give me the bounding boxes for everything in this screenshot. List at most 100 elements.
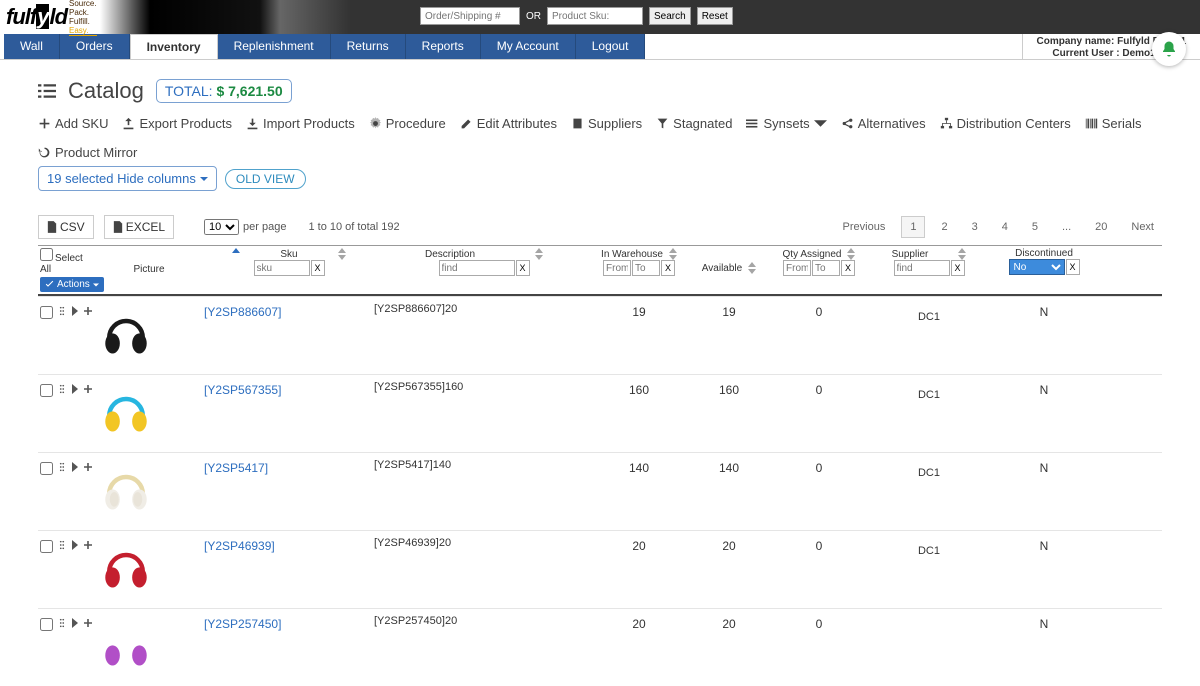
col-available[interactable]: Available xyxy=(684,246,774,294)
product-image[interactable] xyxy=(94,381,158,445)
bell-icon xyxy=(1160,40,1178,58)
row-checkbox[interactable] xyxy=(40,306,53,319)
caret-right-icon[interactable] xyxy=(71,618,79,628)
edit-attributes-button[interactable]: Edit Attributes xyxy=(460,116,557,131)
product-image[interactable] xyxy=(94,303,158,367)
hide-columns-button[interactable]: 19 selected Hide columns xyxy=(38,166,217,191)
export-products-button[interactable]: Export Products xyxy=(122,116,232,131)
add-sku-button[interactable]: Add SKU xyxy=(38,116,108,131)
nav-my-account[interactable]: My Account xyxy=(481,34,576,59)
sku-link[interactable]: [Y2SP886607] xyxy=(204,303,374,319)
nav-orders[interactable]: Orders xyxy=(60,34,130,59)
nav-returns[interactable]: Returns xyxy=(331,34,406,59)
page-5[interactable]: 5 xyxy=(1024,217,1046,237)
page-20[interactable]: 20 xyxy=(1087,217,1115,237)
disc-filter-clear[interactable]: X xyxy=(1066,259,1080,275)
sort-icon xyxy=(669,248,677,260)
nav-reports[interactable]: Reports xyxy=(406,34,481,59)
discontinued-cell: N xyxy=(994,615,1094,631)
page-3[interactable]: 3 xyxy=(964,217,986,237)
sku-link[interactable]: [Y2SP567355] xyxy=(204,381,374,397)
sku-filter-clear[interactable]: X xyxy=(311,260,325,276)
product-image[interactable] xyxy=(94,459,158,523)
product-mirror-button[interactable]: Product Mirror xyxy=(38,145,137,160)
plus-icon[interactable] xyxy=(84,618,92,628)
discontinued-cell: N xyxy=(994,303,1094,319)
col-sku[interactable]: Sku X xyxy=(204,246,374,294)
sku-link[interactable]: [Y2SP46939] xyxy=(204,537,374,553)
prev-page[interactable]: Previous xyxy=(835,217,894,237)
description-cell: [Y2SP46939]20 xyxy=(374,537,594,549)
row-checkbox[interactable] xyxy=(40,462,53,475)
notifications-button[interactable] xyxy=(1152,32,1186,66)
row-checkbox[interactable] xyxy=(40,618,53,631)
supplier-filter-clear[interactable]: X xyxy=(951,260,965,276)
nav-inventory[interactable]: Inventory xyxy=(130,34,218,59)
drag-icon[interactable] xyxy=(58,462,66,472)
nav-wall[interactable]: Wall xyxy=(4,34,60,59)
available-cell: 160 xyxy=(684,381,774,397)
discontinued-filter-select[interactable]: No xyxy=(1009,259,1065,275)
qty-from-input[interactable] xyxy=(783,260,811,276)
qty-to-input[interactable] xyxy=(812,260,840,276)
nav-replenishment[interactable]: Replenishment xyxy=(218,34,331,59)
sku-link[interactable]: [Y2SP257450] xyxy=(204,615,374,631)
drag-icon[interactable] xyxy=(58,618,66,628)
import-products-button[interactable]: Import Products xyxy=(246,116,355,131)
top-search: OR Search Reset xyxy=(420,7,733,25)
supplier-filter-input[interactable] xyxy=(894,260,950,276)
qty-filter-clear[interactable]: X xyxy=(841,260,855,276)
plus-icon[interactable] xyxy=(84,540,92,550)
available-cell: 20 xyxy=(684,615,774,631)
drag-icon[interactable] xyxy=(58,540,66,550)
distribution-centers-button[interactable]: Distribution Centers xyxy=(940,116,1071,131)
select-all[interactable]: Select All xyxy=(40,253,83,275)
caret-right-icon[interactable] xyxy=(71,462,79,472)
synsets-button[interactable]: Synsets xyxy=(746,116,826,131)
drag-icon[interactable] xyxy=(58,384,66,394)
product-image[interactable] xyxy=(94,537,158,601)
plus-icon[interactable] xyxy=(84,384,92,394)
wh-to-input[interactable] xyxy=(632,260,660,276)
sku-filter-input[interactable] xyxy=(254,260,310,276)
old-view-button[interactable]: OLD VIEW xyxy=(225,169,306,189)
search-button[interactable]: Search xyxy=(649,7,691,25)
page-2[interactable]: 2 xyxy=(933,217,955,237)
product-image[interactable] xyxy=(94,615,158,679)
serials-button[interactable]: Serials xyxy=(1085,116,1142,131)
reset-button[interactable]: Reset xyxy=(697,7,733,25)
export-csv-button[interactable]: CSV xyxy=(38,215,94,239)
plus-icon[interactable] xyxy=(84,306,92,316)
per-page-select[interactable]: 10 xyxy=(204,219,239,235)
result-count: 1 to 10 of total 192 xyxy=(308,221,399,233)
desc-filter-clear[interactable]: X xyxy=(516,260,530,276)
product-sku-input[interactable] xyxy=(547,7,643,25)
wh-filter-clear[interactable]: X xyxy=(661,260,675,276)
caret-right-icon[interactable] xyxy=(71,306,79,316)
drag-icon[interactable] xyxy=(58,306,66,316)
procedure-button[interactable]: Procedure xyxy=(369,116,446,131)
sku-link[interactable]: [Y2SP5417] xyxy=(204,459,374,475)
table-row: [Y2SP46939][Y2SP46939]2020200DC1N xyxy=(38,530,1162,608)
stagnated-button[interactable]: Stagnated xyxy=(656,116,732,131)
row-checkbox[interactable] xyxy=(40,540,53,553)
alternatives-button[interactable]: Alternatives xyxy=(841,116,926,131)
plus-icon[interactable] xyxy=(84,462,92,472)
desc-filter-input[interactable] xyxy=(439,260,515,276)
order-shipping-input[interactable] xyxy=(420,7,520,25)
nav-logout[interactable]: Logout xyxy=(576,34,646,59)
suppliers-button[interactable]: Suppliers xyxy=(571,116,642,131)
col-in-warehouse[interactable]: In Warehouse X xyxy=(594,246,684,294)
caret-right-icon[interactable] xyxy=(71,540,79,550)
row-checkbox[interactable] xyxy=(40,384,53,397)
caret-right-icon[interactable] xyxy=(71,384,79,394)
col-qty-assigned[interactable]: Qty Assigned X xyxy=(774,246,864,294)
wh-from-input[interactable] xyxy=(603,260,631,276)
page-1[interactable]: 1 xyxy=(901,216,925,238)
export-excel-button[interactable]: EXCEL xyxy=(104,215,174,239)
col-description[interactable]: Description X xyxy=(374,246,594,294)
col-supplier[interactable]: Supplier X xyxy=(864,246,994,294)
col-discontinued[interactable]: Discontinued NoX xyxy=(994,246,1094,294)
next-page[interactable]: Next xyxy=(1123,217,1162,237)
page-4[interactable]: 4 xyxy=(994,217,1016,237)
